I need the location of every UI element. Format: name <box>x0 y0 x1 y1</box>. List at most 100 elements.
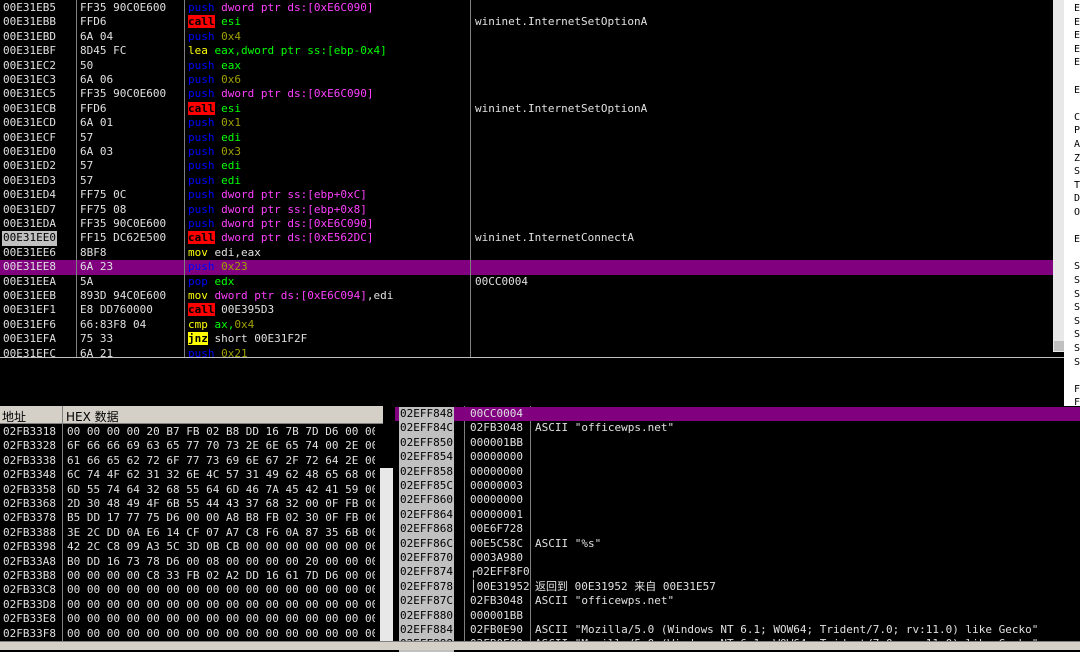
disasm-instruction: push 0x4 <box>188 30 241 44</box>
disasm-mnemonic: pop <box>188 274 208 288</box>
disasm-operand: dword ptr ss:[ebp+0xC] <box>221 188 367 202</box>
stack-row[interactable]: 02EFF848 00CC0004 <box>395 407 1080 422</box>
register-label: S <box>1074 302 1080 314</box>
cpu-scroll-down-button[interactable] <box>1054 341 1064 351</box>
dump-row[interactable]: 02FB3348 6C 74 4F 62 31 32 6E 4C 57 31 49… <box>0 468 380 482</box>
stack-row[interactable]: 02EFF84C 02FB3048 ASCII "officewps.net" <box>395 421 1080 436</box>
hex-dump-pane[interactable]: 地址 HEX 数据 02FB3318 00 00 00 00 20 B7 FB 0… <box>0 406 395 641</box>
disasm-row[interactable]: 00E31EE8 6A 23 push 0x23 <box>0 260 1053 275</box>
disasm-row[interactable]: 00E31EDA FF35 90C0E600 push dword ptr ds:[… <box>0 217 1053 231</box>
stack-row[interactable]: 02EFF868 00E6F728 <box>395 522 1080 537</box>
disasm-row[interactable]: 00E31ED2 57 push edi <box>0 159 1053 173</box>
stack-row[interactable]: 02EFF864 00000001 <box>395 507 1080 523</box>
dump-row[interactable]: 02FB33D8 00 00 00 00 00 00 00 00 00 00 00… <box>0 598 380 612</box>
disasm-hex-bytes: 8BF8 <box>80 245 107 259</box>
dump-row[interactable]: 02FB3368 2D 30 48 49 4F 6B 55 44 43 37 68… <box>0 497 380 511</box>
stack-row[interactable]: 02EFF880 000001BB <box>395 608 1080 623</box>
disasm-row[interactable]: 00E31EE0 FF15 DC62E500 call dword ptr ds:[… <box>0 231 1053 246</box>
disasm-address: 00E31EFC <box>3 346 56 357</box>
disasm-operand: ,edi <box>366 289 394 302</box>
disasm-mnemonic: push <box>188 116 215 130</box>
register-label: C <box>1074 111 1080 123</box>
disasm-row[interactable]: 00E31EBB FFD6 call esi wininet.InternetSetO… <box>0 15 1053 29</box>
register-label: S <box>1074 356 1080 368</box>
stack-row[interactable]: 02EFF87C 02FB3048 ASCII "officewps.net" <box>395 594 1080 609</box>
dump-row[interactable]: 02FB3398 42 2C C8 09 A3 5C 3D 0B CB 00 00… <box>0 540 380 554</box>
stack-value: 00000000 <box>470 450 523 464</box>
stack-row[interactable]: 02EFF884 02FB0E90 ASCII "Mozilla/5.0 (Wind… <box>395 623 1080 638</box>
stack-row[interactable]: 02EFF854 00000000 <box>395 450 1080 465</box>
disasm-address: 00E31EB5 <box>3 1 56 14</box>
stack-row[interactable]: 02EFF878 │00E31952 返回到 00E31952 来自 00E31E5… <box>395 579 1080 595</box>
disasm-row[interactable]: 00E31EC3 6A 06 push 0x6 <box>0 73 1053 87</box>
stack-row[interactable]: 02EFF850 000001BB <box>395 435 1080 451</box>
dump-row[interactable]: 02FB33B8 00 00 00 00 C8 33 FB 02 A2 DD 16… <box>0 569 380 583</box>
stack-row[interactable]: 02EFF85C 00000003 <box>395 479 1080 494</box>
disasm-hex-bytes: 6A 21 <box>80 346 114 357</box>
dump-row[interactable]: 02FB3388 3E 2C DD 0A E6 14 CF 07 A7 C8 F6… <box>0 526 380 540</box>
dump-hex-bytes: 00 00 00 00 00 00 00 00 00 00 00 00 00 0… <box>67 612 375 626</box>
disasm-instruction: push edi <box>188 131 241 145</box>
dump-row[interactable]: 02FB3328 6F 66 66 69 63 65 77 70 73 2E 6E… <box>0 439 380 453</box>
stack-row[interactable]: 02EFF870 0003A980 <box>395 551 1080 566</box>
dump-header-address[interactable]: 地址 <box>2 408 26 425</box>
disasm-address: 00E31ECF <box>3 130 56 144</box>
disasm-row[interactable]: 00E31ED3 57 push edi <box>0 174 1053 188</box>
disasm-instruction: push 0x23 <box>188 260 248 274</box>
disasm-operand: esi <box>221 101 241 115</box>
disasm-instruction: push dword ptr ds:[0xE6C090] <box>188 217 373 231</box>
disasm-row[interactable]: 00E31ECD 6A 01 push 0x1 <box>0 116 1053 130</box>
disasm-mnemonic: mov <box>188 245 208 259</box>
dump-row[interactable]: 02FB33A8 B0 DD 16 73 78 D6 00 08 00 00 00… <box>0 555 380 569</box>
disasm-row[interactable]: 00E31EB5 FF35 90C0E600 push dword ptr ds:[… <box>0 1 1053 15</box>
disasm-row[interactable]: 00E31ED4 FF75 0C push dword ptr ss:[ebp+0x… <box>0 188 1053 202</box>
stack-row[interactable]: 02EFF858 00000000 <box>395 464 1080 479</box>
disasm-row[interactable]: 00E31EE6 8BF8 mov edi,eax <box>0 246 1053 260</box>
cpu-col-divider <box>76 0 77 357</box>
dump-header-hex[interactable]: HEX 数据 <box>66 408 119 425</box>
disasm-mnemonic: push <box>188 29 215 43</box>
dump-row[interactable]: 02FB3338 61 66 65 62 72 6F 77 73 69 6E 67… <box>0 454 380 468</box>
register-label: S <box>1074 288 1080 300</box>
stack-pane[interactable]: 02EFF848 00CC0004 02EFF84C 02FB3048 ASCII "o… <box>395 406 1080 652</box>
disasm-row[interactable]: 00E31EC5 FF35 90C0E600 push dword ptr ds:[… <box>0 87 1053 101</box>
registers-pane-edge: EEEEEECPAZSTDOESSSSSSSSFF <box>1064 0 1080 408</box>
cpu-disassembly-pane[interactable]: 00E31EB5 FF35 90C0E600 push dword ptr ds:[… <box>0 0 1058 357</box>
disasm-operand: dword ptr ds:[0xE6C090] <box>221 1 374 14</box>
dump-row[interactable]: 02FB33F8 00 00 00 00 00 00 00 00 00 00 00… <box>0 627 380 641</box>
disasm-row[interactable]: 00E31ECF 57 push edi <box>0 131 1053 145</box>
dump-row[interactable]: 02FB3358 6D 55 74 64 32 68 55 64 6D 46 7A… <box>0 483 380 497</box>
dump-scrollbar[interactable] <box>380 468 393 641</box>
disasm-instruction: push dword ptr ds:[0xE6C090] <box>188 1 373 15</box>
disasm-row[interactable]: 00E31EFC 6A 21 push 0x21 <box>0 347 1053 357</box>
disasm-row[interactable]: 00E31EF1 E8 DD760000 call 00E395D3 <box>0 303 1053 317</box>
disasm-row[interactable]: 00E31EC2 50 push eax <box>0 59 1053 73</box>
stack-row[interactable]: 02EFF874 ┌02EFF8F0 <box>395 565 1080 580</box>
disasm-address: 00E31EF6 <box>3 317 56 331</box>
stack-row[interactable]: 02EFF86C 00E5C58C ASCII "%s" <box>395 536 1080 551</box>
disasm-row[interactable]: 00E31EFA 75 33 jnz short 00E31F2F <box>0 332 1053 346</box>
disasm-row[interactable]: 00E31EBF 8D45 FC lea eax,dword ptr ss:[ebp… <box>0 44 1053 58</box>
disasm-row[interactable]: 00E31ED7 FF75 08 push dword ptr ss:[ebp+0x… <box>0 203 1053 217</box>
stack-address: 02EFF880 <box>399 608 454 623</box>
disasm-operand: 0x6 <box>221 73 241 86</box>
disasm-row[interactable]: 00E31EEB 893D 94C0E600 mov dword ptr ds:[0… <box>0 289 1053 303</box>
disasm-comment: wininet.InternetSetOptionA <box>475 101 648 115</box>
disasm-operand: dword ptr ss:[ebp+0x8] <box>221 202 367 216</box>
disasm-row[interactable]: 00E31EBD 6A 04 push 0x4 <box>0 30 1053 44</box>
disasm-operand: dword ptr ds:[0xE562DC] <box>221 231 374 245</box>
dump-row[interactable]: 02FB33E8 00 00 00 00 00 00 00 00 00 00 00… <box>0 612 380 626</box>
dump-row[interactable]: 02FB3378 B5 DD 17 77 75 D6 00 00 A8 B8 FB… <box>0 511 380 525</box>
disasm-row[interactable]: 00E31ED0 6A 03 push 0x3 <box>0 145 1053 159</box>
stack-address: 02EFF87C <box>399 594 454 609</box>
disasm-row[interactable]: 00E31ECB FFD6 call esi wininet.InternetSetO… <box>0 101 1053 116</box>
cpu-scrollbar[interactable] <box>1053 0 1064 352</box>
dump-row[interactable]: 02FB33C8 00 00 00 00 00 00 00 00 00 00 00… <box>0 583 380 597</box>
stack-row[interactable]: 02EFF860 00000000 <box>395 493 1080 508</box>
disasm-row[interactable]: 00E31EF6 66:83F8 04 cmp ax,0x4 <box>0 318 1053 332</box>
disasm-address: 00E31EE8 <box>3 260 56 274</box>
dump-hex-bytes: B5 DD 17 77 75 D6 00 00 A8 B8 FB 02 30 0… <box>67 511 375 525</box>
dump-row[interactable]: 02FB3318 00 00 00 00 20 B7 FB 02 B8 DD 16… <box>0 425 380 439</box>
disasm-mnemonic: push <box>188 159 215 173</box>
disasm-row[interactable]: 00E31EEA 5A pop edx 00CC0004 <box>0 275 1053 289</box>
